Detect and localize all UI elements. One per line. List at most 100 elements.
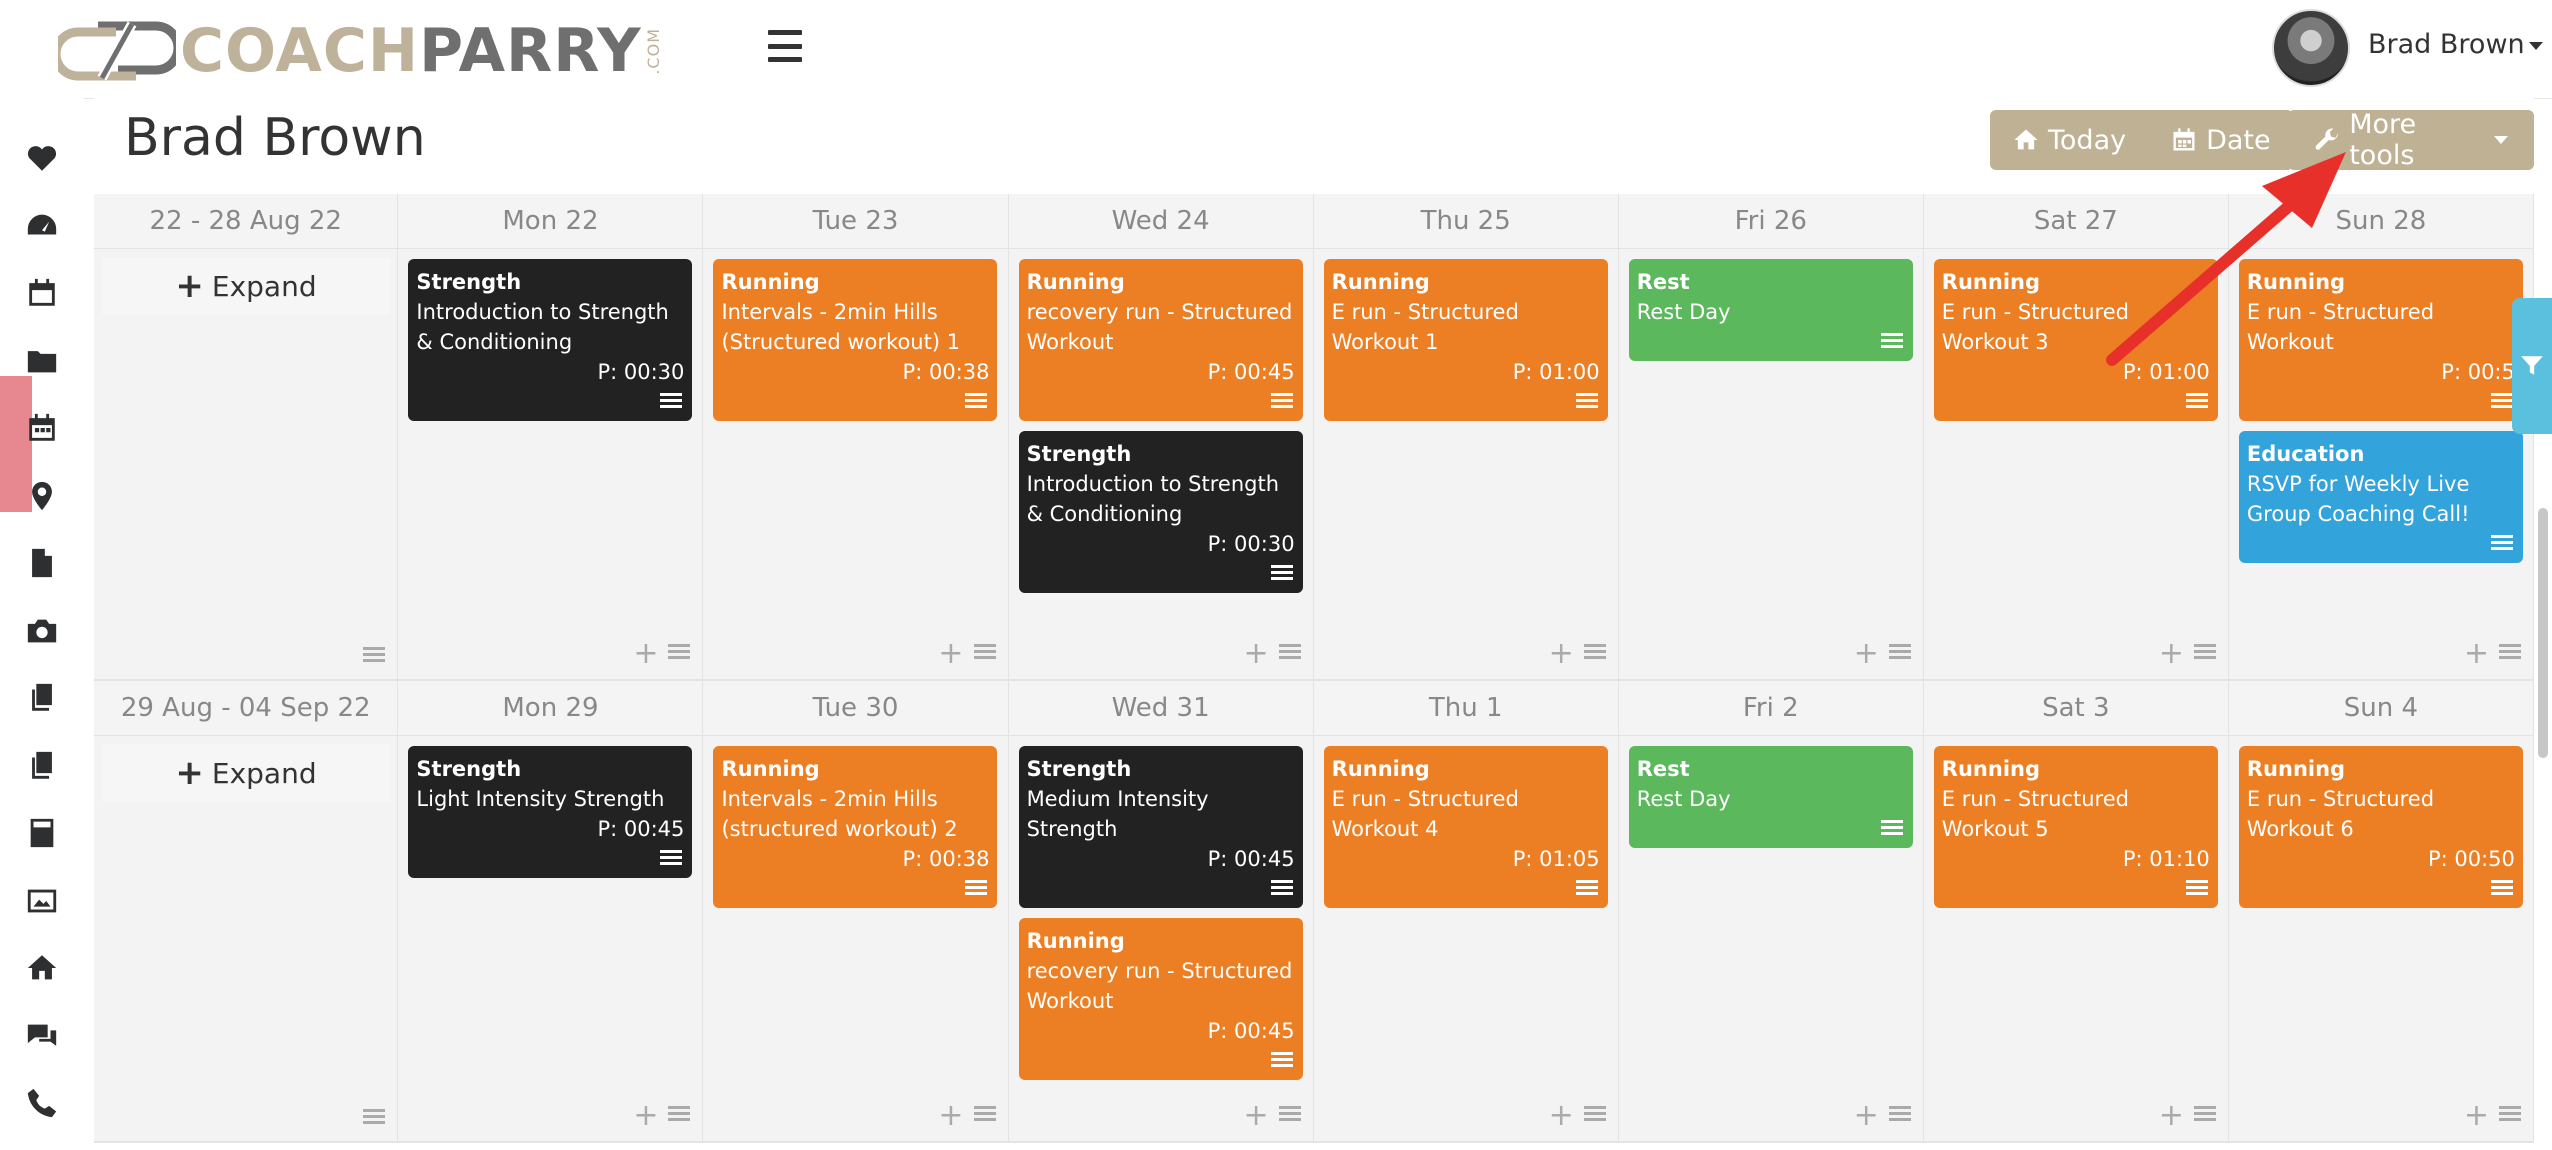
workout-card-strength[interactable]: Strength Light Intensity Strength P: 00:45 (408, 746, 693, 878)
details-icon[interactable] (965, 393, 988, 413)
add-workout-icon[interactable]: + (2464, 639, 2489, 669)
user-menu[interactable]: Brad Brown (2368, 28, 2543, 62)
add-workout-icon[interactable]: + (938, 1101, 963, 1131)
add-workout-icon[interactable]: + (1244, 1101, 1269, 1131)
day-cell[interactable]: Running Intervals - 2min Hills (structure… (703, 736, 1009, 1141)
details-icon[interactable] (660, 850, 683, 870)
details-icon[interactable] (1270, 393, 1293, 413)
day-cell[interactable]: Running E run - Structured Workout 1 P: 01… (1314, 249, 1619, 679)
day-cell[interactable]: Running Intervals - 2min Hills (Structure… (703, 249, 1009, 679)
more-tools-button[interactable]: More tools (2288, 109, 2534, 171)
workout-card-running[interactable]: Running E run - Structured Workout 4 P: 01… (1323, 746, 1608, 908)
details-icon[interactable] (1270, 565, 1293, 585)
details-icon[interactable] (1880, 333, 1903, 353)
map-marker-icon[interactable] (22, 476, 62, 516)
list-icon[interactable] (1583, 644, 1606, 664)
list-icon[interactable] (363, 1109, 386, 1129)
details-icon[interactable] (2185, 880, 2208, 900)
list-icon[interactable] (668, 644, 691, 664)
details-icon[interactable] (1270, 880, 1293, 900)
copy-alt-icon[interactable] (22, 746, 62, 786)
day-cell[interactable]: Running E run - Structured Workout P: 00:5… (2229, 249, 2534, 679)
menu-toggle-icon[interactable] (768, 30, 802, 62)
list-icon[interactable] (668, 1106, 691, 1126)
list-icon[interactable] (1583, 1106, 1606, 1126)
list-icon[interactable] (2193, 644, 2216, 664)
list-icon[interactable] (1278, 644, 1301, 664)
expand-button[interactable]: + Expand (102, 744, 390, 802)
day-cell[interactable]: Running E run - Structured Workout 4 P: 01… (1314, 736, 1619, 1141)
day-cell[interactable]: Running E run - Structured Workout 6 P: 00… (2229, 736, 2534, 1141)
copy-icon[interactable] (22, 678, 62, 718)
expand-button[interactable]: + Expand (102, 257, 390, 315)
comments-icon[interactable] (22, 1016, 62, 1056)
add-workout-icon[interactable]: + (633, 639, 658, 669)
day-cell[interactable]: Running E run - Structured Workout 5 P: 01… (1924, 736, 2229, 1141)
coachparry-logo[interactable]: COACH PARRY .COM (58, 18, 663, 84)
file-icon[interactable] (22, 543, 62, 583)
list-icon[interactable] (2193, 1106, 2216, 1126)
day-cell[interactable]: Rest Rest Day + (1619, 736, 1924, 1141)
details-icon[interactable] (1880, 820, 1903, 840)
workout-card-running[interactable]: Running E run - Structured Workout P: 00:5 (2238, 259, 2523, 421)
list-icon[interactable] (973, 1106, 996, 1126)
home-icon[interactable] (22, 948, 62, 988)
folder-icon[interactable] (22, 341, 62, 381)
add-workout-icon[interactable]: + (938, 639, 963, 669)
workout-card-running[interactable]: Running recovery run - Structured Workout… (1018, 918, 1303, 1080)
filter-tab[interactable] (2512, 298, 2552, 434)
list-icon[interactable] (1888, 644, 1911, 664)
add-workout-icon[interactable]: + (1854, 1101, 1879, 1131)
workout-card-running[interactable]: Running recovery run - Structured Workout… (1018, 259, 1303, 421)
dashboard-icon[interactable] (22, 206, 62, 246)
workout-card-running[interactable]: Running E run - Structured Workout 3 P: 01… (1933, 259, 2218, 421)
list-icon[interactable] (2498, 644, 2521, 664)
add-workout-icon[interactable]: + (2159, 639, 2184, 669)
workout-card-running[interactable]: Running E run - Structured Workout 1 P: 01… (1323, 259, 1608, 421)
workout-card-strength[interactable]: Strength Medium Intensity Strength P: 00:4… (1018, 746, 1303, 908)
date-button[interactable]: Date (2148, 110, 2293, 170)
add-workout-icon[interactable]: + (1549, 1101, 1574, 1131)
details-icon[interactable] (1575, 393, 1598, 413)
add-workout-icon[interactable]: + (2464, 1101, 2489, 1131)
heartbeat-icon[interactable] (22, 138, 62, 178)
workout-card-strength[interactable]: Strength Introduction to Strength & Condi… (408, 259, 693, 421)
scrollbar[interactable] (2538, 508, 2548, 758)
workout-card-running[interactable]: Running Intervals - 2min Hills (Structure… (713, 259, 998, 421)
workout-card-running[interactable]: Running Intervals - 2min Hills (structure… (713, 746, 998, 908)
calendar-alt-icon[interactable] (22, 408, 62, 448)
list-icon[interactable] (2498, 1106, 2521, 1126)
day-cell[interactable]: Running recovery run - Structured Workout… (1009, 249, 1314, 679)
day-cell[interactable]: Strength Introduction to Strength & Condi… (398, 249, 704, 679)
details-icon[interactable] (2490, 393, 2513, 413)
details-icon[interactable] (2490, 535, 2513, 555)
today-button[interactable]: Today (1990, 110, 2148, 170)
add-workout-icon[interactable]: + (2159, 1101, 2184, 1131)
details-icon[interactable] (965, 880, 988, 900)
list-icon[interactable] (363, 647, 386, 667)
avatar[interactable] (2272, 9, 2350, 87)
details-icon[interactable] (2185, 393, 2208, 413)
workout-card-rest[interactable]: Rest Rest Day (1628, 259, 1913, 361)
details-icon[interactable] (1575, 880, 1598, 900)
workout-card-education[interactable]: Education RSVP for Weekly Live Group Coac… (2238, 431, 2523, 563)
details-icon[interactable] (660, 393, 683, 413)
add-workout-icon[interactable]: + (1854, 639, 1879, 669)
workout-card-running[interactable]: Running E run - Structured Workout 6 P: 00… (2238, 746, 2523, 908)
workout-card-rest[interactable]: Rest Rest Day (1628, 746, 1913, 848)
calculator-icon[interactable] (22, 813, 62, 853)
add-workout-icon[interactable]: + (633, 1101, 658, 1131)
add-workout-icon[interactable]: + (1549, 639, 1574, 669)
workout-card-running[interactable]: Running E run - Structured Workout 5 P: 01… (1933, 746, 2218, 908)
camera-icon[interactable] (22, 611, 62, 651)
calendar-icon[interactable] (22, 273, 62, 313)
day-cell[interactable]: Strength Medium Intensity Strength P: 00:4… (1009, 736, 1314, 1141)
add-workout-icon[interactable]: + (1244, 639, 1269, 669)
list-icon[interactable] (1888, 1106, 1911, 1126)
details-icon[interactable] (2490, 880, 2513, 900)
details-icon[interactable] (1270, 1052, 1293, 1072)
day-cell[interactable]: Rest Rest Day + (1619, 249, 1924, 679)
image-icon[interactable] (22, 881, 62, 921)
list-icon[interactable] (1278, 1106, 1301, 1126)
day-cell[interactable]: Running E run - Structured Workout 3 P: 01… (1924, 249, 2229, 679)
